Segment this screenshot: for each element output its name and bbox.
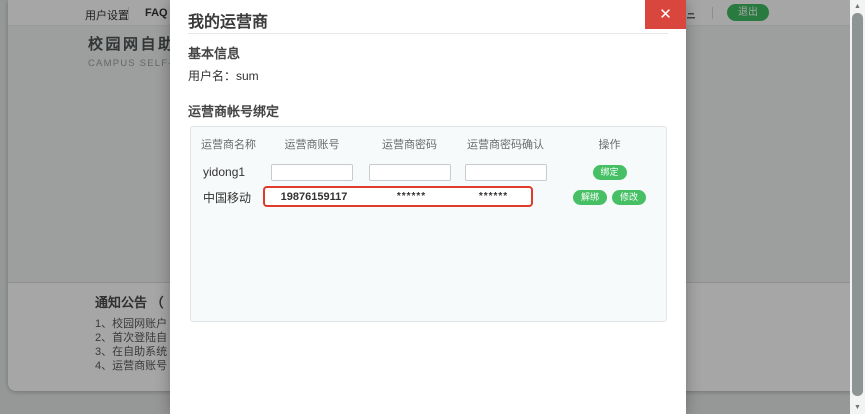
column-header-operator-name: 运营商名称 bbox=[191, 136, 263, 152]
column-header-operation: 操作 bbox=[553, 136, 666, 152]
scroll-up-icon[interactable]: ▲ bbox=[850, 0, 865, 13]
binding-table: 运营商名称 运营商账号 运营商密码 运营商密码确认 操作 yidong1 绑定 … bbox=[190, 126, 667, 322]
bound-account-value: 19876159117 bbox=[265, 191, 363, 203]
column-header-operator-account: 运营商账号 bbox=[263, 136, 361, 152]
modal-title: 我的运营商 bbox=[188, 8, 268, 32]
bind-button[interactable]: 绑定 bbox=[593, 165, 627, 180]
operator-password-confirm-input[interactable] bbox=[465, 164, 547, 181]
binding-heading: 运营商帐号绑定 bbox=[188, 101, 279, 120]
operator-password-input[interactable] bbox=[369, 164, 451, 181]
scroll-down-icon[interactable]: ▼ bbox=[850, 401, 865, 414]
my-operator-modal: ✕ 我的运营商 基本信息 用户名：sum 运营商帐号绑定 运营商名称 运营商账号… bbox=[170, 0, 686, 414]
column-header-operator-password: 运营商密码 bbox=[361, 136, 458, 152]
scrollbar-thumb[interactable] bbox=[852, 13, 863, 396]
bound-password-confirm-masked: ****** bbox=[460, 191, 527, 202]
close-icon[interactable]: ✕ bbox=[645, 0, 686, 29]
vertical-scrollbar[interactable]: ▲ ▼ bbox=[850, 0, 865, 414]
table-row: 中国移动 解绑 修改 19876159117 ****** ****** bbox=[191, 183, 666, 211]
column-header-operator-password-confirm: 运营商密码确认 bbox=[458, 136, 553, 152]
operator-name: yidong1 bbox=[191, 165, 263, 179]
modify-button[interactable]: 修改 bbox=[612, 190, 646, 205]
unbind-button[interactable]: 解绑 bbox=[573, 190, 607, 205]
username-line: 用户名：sum bbox=[188, 67, 259, 84]
table-row: yidong1 绑定 bbox=[191, 159, 666, 185]
bound-password-masked: ****** bbox=[363, 191, 460, 202]
operator-name: 中国移动 bbox=[191, 189, 263, 206]
title-divider bbox=[188, 33, 668, 34]
basic-info-heading: 基本信息 bbox=[188, 43, 240, 62]
table-header-row: 运营商名称 运营商账号 运营商密码 运营商密码确认 操作 bbox=[191, 135, 666, 153]
operator-account-input[interactable] bbox=[271, 164, 353, 181]
highlighted-bound-account: 19876159117 ****** ****** bbox=[263, 186, 533, 207]
